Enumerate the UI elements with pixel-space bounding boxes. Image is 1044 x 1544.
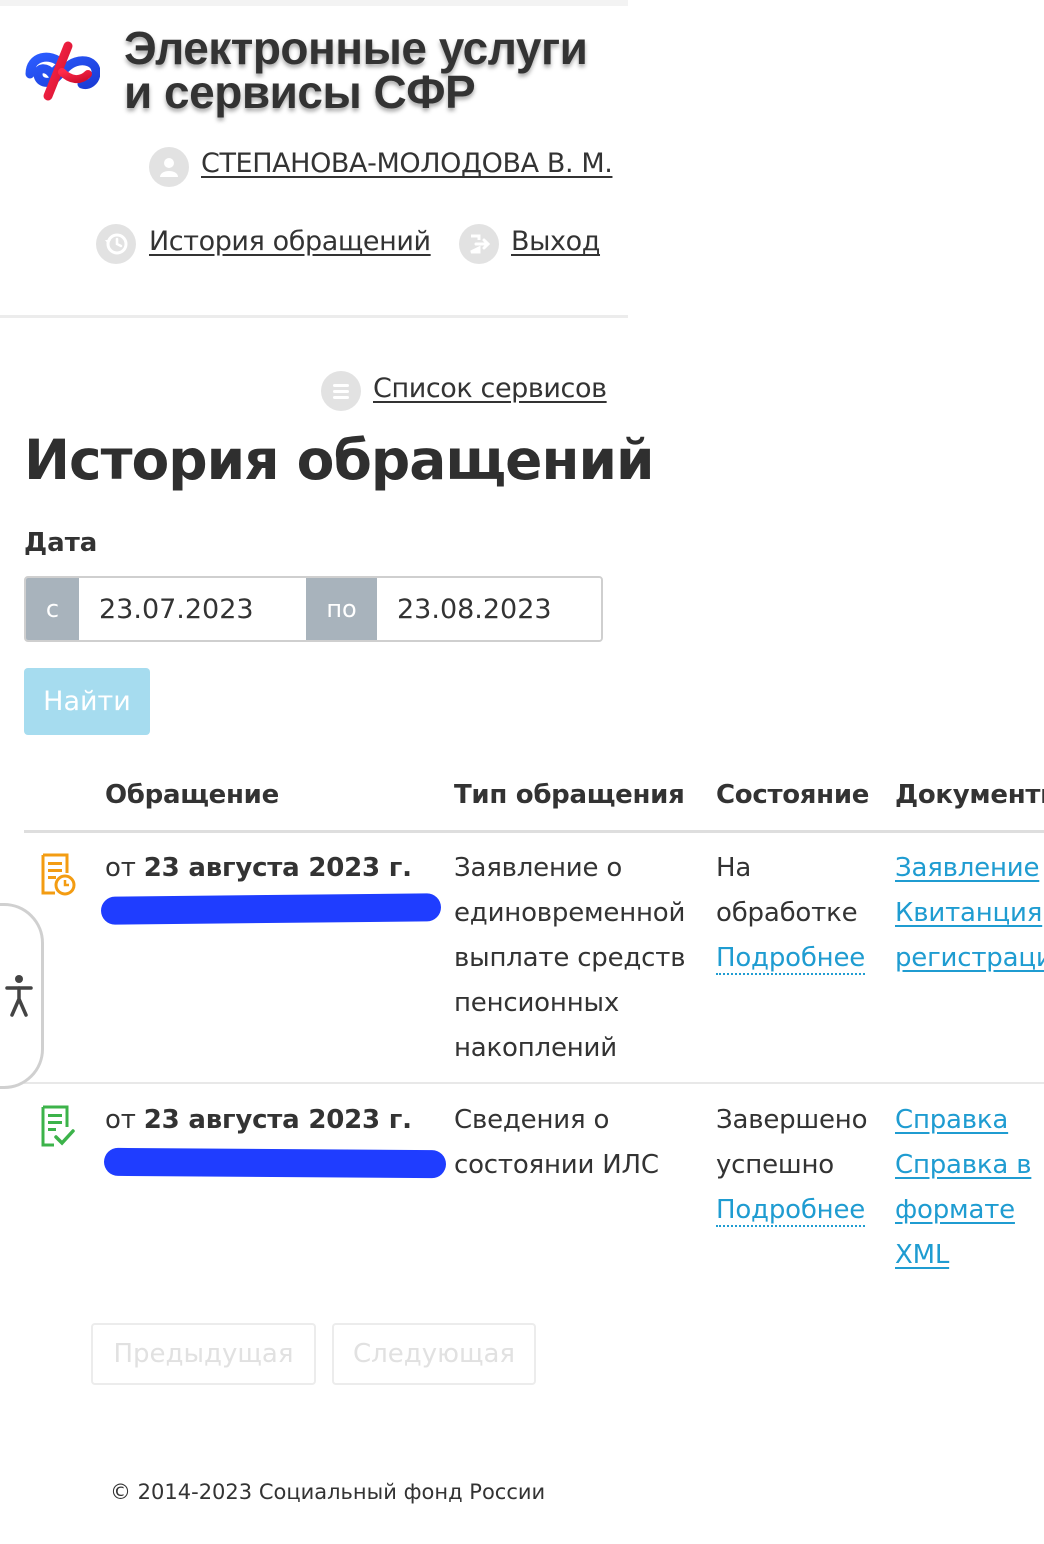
document-link-statement[interactable]: Заявление xyxy=(895,853,1039,883)
date-range-group: с по xyxy=(24,576,603,642)
date-to-addon: по xyxy=(306,578,377,640)
user-profile-link[interactable]: СТЕПАНОВА-МОЛОДОВА В. М. xyxy=(201,148,613,179)
services-list-icon xyxy=(321,371,361,411)
date-to-input[interactable] xyxy=(377,578,601,640)
footer-copyright: © 2014-2023 Социальный фонд России xyxy=(110,1480,546,1504)
request-date-prefix: от xyxy=(105,853,144,883)
request-date: от 23 августа 2023 г. xyxy=(105,846,412,891)
header-top-strip xyxy=(0,0,628,6)
request-status-text: Завершено успешно xyxy=(716,1105,868,1180)
request-status: На обработке Подробнее xyxy=(716,846,876,981)
col-header-type: Тип обращения xyxy=(454,780,685,810)
history-icon xyxy=(96,224,136,264)
table-header-divider xyxy=(24,830,1044,833)
page-title: История обращений xyxy=(24,428,655,492)
request-type: Заявление о единовременной выплате средс… xyxy=(454,853,686,1063)
services-list-link[interactable]: Список сервисов xyxy=(373,373,607,404)
request-documents: Заявление Квитанция регистрации xyxy=(895,846,1044,981)
document-link-receipt[interactable]: Квитанция xyxy=(895,898,1042,928)
document-clock-icon xyxy=(41,853,76,896)
date-from-addon: с xyxy=(26,578,79,640)
pagination-next-button[interactable]: Следующая xyxy=(332,1323,536,1385)
request-status-text: На обработке xyxy=(716,853,858,928)
col-header-status: Состояние xyxy=(716,780,870,810)
logout-icon xyxy=(459,224,499,264)
request-type: Сведения о состоянии ИЛС xyxy=(454,1105,659,1180)
document-link-registration[interactable]: регистрации xyxy=(895,943,1044,973)
site-title-line1: Электронные услуги xyxy=(124,22,588,74)
request-date: от 23 августа 2023 г. xyxy=(105,1098,412,1143)
request-date-prefix: от xyxy=(105,1105,144,1135)
accessibility-icon xyxy=(5,975,33,1017)
status-details-link[interactable]: Подробнее xyxy=(716,1195,865,1227)
site-title-line2: и сервисы СФР xyxy=(124,66,476,118)
table-row-divider xyxy=(24,1082,1044,1084)
pagination-prev-button[interactable]: Предыдущая xyxy=(91,1323,316,1385)
site-header: Электронные услуги и сервисы СФР СТЕПАНО… xyxy=(0,0,628,318)
request-date-value: 23 августа 2023 г. xyxy=(143,1105,412,1135)
col-header-documents: Документы xyxy=(895,780,1044,810)
status-details-link[interactable]: Подробнее xyxy=(716,943,865,975)
col-header-request: Обращение xyxy=(105,780,279,810)
find-button[interactable]: Найти xyxy=(24,668,150,735)
date-from-input[interactable] xyxy=(79,578,306,640)
logout-link[interactable]: Выход xyxy=(511,226,600,257)
sfr-logo-icon[interactable] xyxy=(22,34,100,106)
request-documents: Справка Справка в формате XML xyxy=(895,1098,1044,1278)
request-date-value: 23 августа 2023 г. xyxy=(143,853,412,883)
user-avatar-icon xyxy=(149,147,189,187)
history-link[interactable]: История обращений xyxy=(149,226,431,257)
document-link-certificate-xml[interactable]: Справка в формате XML xyxy=(895,1150,1032,1270)
redaction-mark xyxy=(103,1147,447,1179)
accessibility-panel-toggle[interactable] xyxy=(0,903,44,1089)
date-filter-label: Дата xyxy=(24,528,98,558)
request-status: Завершено успешно Подробнее xyxy=(716,1098,886,1233)
document-check-icon xyxy=(41,1105,75,1147)
site-title: Электронные услуги и сервисы СФР xyxy=(124,22,624,118)
document-link-certificate[interactable]: Справка xyxy=(895,1105,1008,1135)
redaction-mark xyxy=(100,893,442,925)
